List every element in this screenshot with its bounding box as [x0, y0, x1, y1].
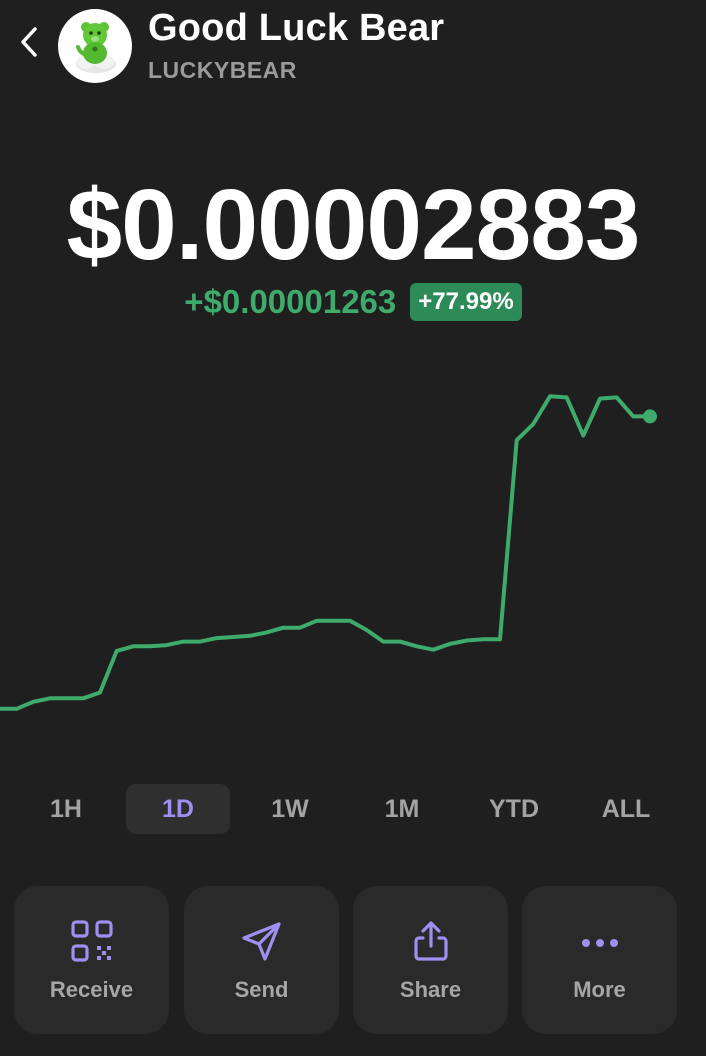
send-button[interactable]: Send: [184, 886, 339, 1034]
back-button[interactable]: [12, 24, 48, 64]
current-price-dot: [643, 409, 657, 424]
more-label: More: [573, 977, 626, 1002]
range-tab-1h[interactable]: 1H: [14, 784, 118, 834]
more-button[interactable]: More: [522, 886, 677, 1034]
price-chart[interactable]: [0, 360, 706, 760]
price-change-row: +$0.00001263 +77.99%: [0, 282, 706, 322]
price-change-percent-badge: +77.99%: [410, 283, 522, 321]
more-icon: [581, 939, 618, 947]
token-symbol: LUCKYBEAR: [148, 57, 297, 83]
action-bar: Receive Send Share More: [0, 886, 706, 1034]
range-tab-1w[interactable]: 1W: [238, 784, 342, 834]
share-label: Share: [399, 977, 462, 1002]
share-icon: [413, 921, 448, 961]
receive-button[interactable]: Receive: [14, 886, 169, 1034]
price-line: [0, 394, 652, 711]
send-icon: [241, 922, 281, 961]
token-name: Good Luck Bear: [148, 7, 445, 49]
current-price: $0.00002883: [66, 169, 641, 281]
receive-label: Receive: [49, 977, 134, 1002]
range-tab-all[interactable]: ALL: [574, 784, 678, 834]
share-button[interactable]: Share: [353, 886, 508, 1034]
range-tab-1m[interactable]: 1M: [350, 784, 454, 834]
chevron-left-icon: [17, 25, 43, 64]
qr-code-icon: [70, 920, 113, 962]
timeframe-selector: 1H 1D 1W 1M YTD ALL: [0, 784, 706, 836]
range-tab-ytd[interactable]: YTD: [462, 784, 566, 834]
lucky-bear-logo: [76, 22, 116, 73]
send-label: Send: [234, 977, 289, 1002]
range-tab-1d[interactable]: 1D: [126, 784, 230, 834]
token-avatar: [58, 9, 132, 83]
price-change-absolute: +$0.00001263: [184, 283, 397, 320]
